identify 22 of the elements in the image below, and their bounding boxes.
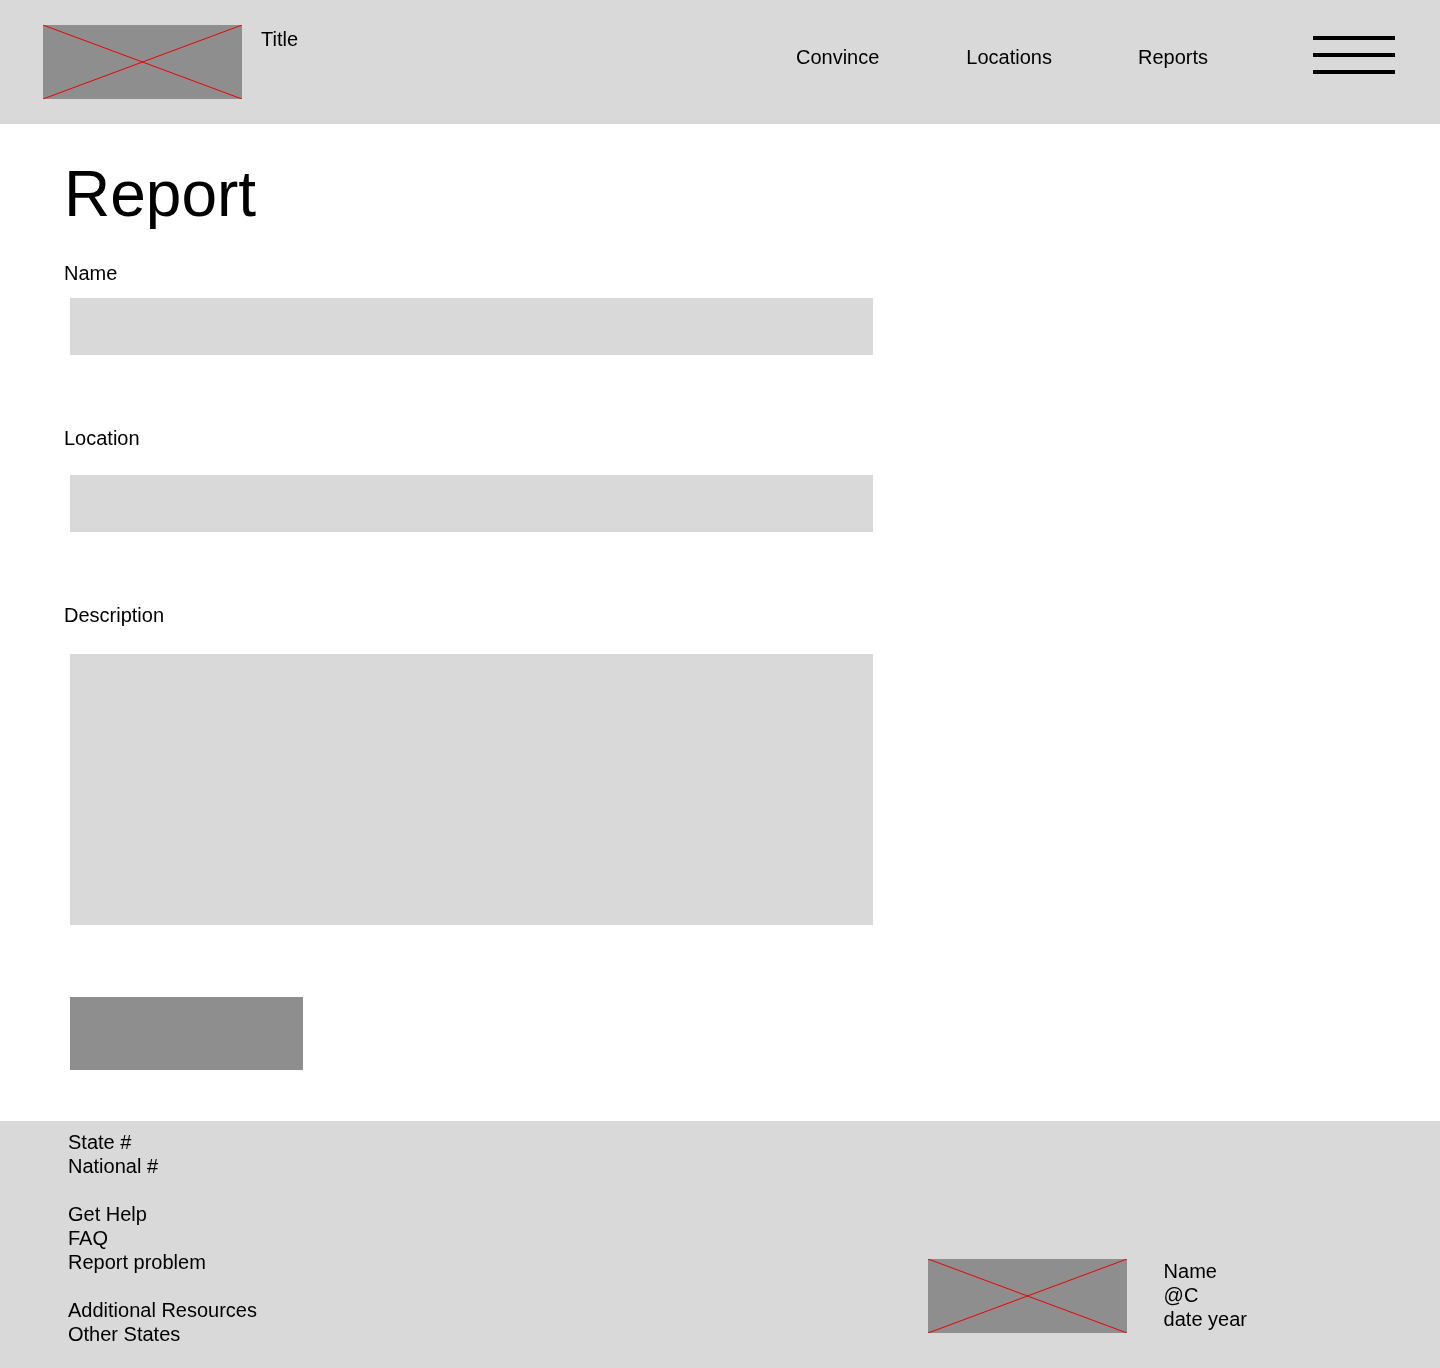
input-field[interactable] [70, 298, 873, 355]
nav-link[interactable]: Reports [1137, 46, 1208, 69]
submit-button[interactable] [70, 997, 303, 1070]
field-label: Description [64, 604, 166, 627]
footer-link[interactable]: FAQ [68, 1226, 257, 1250]
nav-link[interactable]: Convince [795, 46, 880, 69]
footer-link[interactable]: National # [68, 1154, 257, 1178]
menu-icon[interactable] [1313, 36, 1395, 74]
footer-link[interactable]: State # [68, 1130, 257, 1154]
site-title: Title [261, 28, 299, 51]
footer-text: @C [1163, 1283, 1200, 1307]
footer-link[interactable]: Additional Resources [68, 1298, 257, 1322]
footer-text: date year [1163, 1307, 1247, 1331]
nav-link[interactable]: Locations [966, 46, 1052, 69]
footer-link[interactable]: Get Help [68, 1202, 257, 1226]
field-label: Location [64, 427, 141, 450]
footer-text: Name [1163, 1259, 1218, 1283]
footer-link[interactable]: Report problem [68, 1250, 257, 1274]
input-field[interactable] [70, 475, 873, 532]
footer-link[interactable]: Other States [68, 1322, 257, 1346]
text-area[interactable] [70, 654, 873, 925]
field-label: Name [64, 262, 119, 285]
